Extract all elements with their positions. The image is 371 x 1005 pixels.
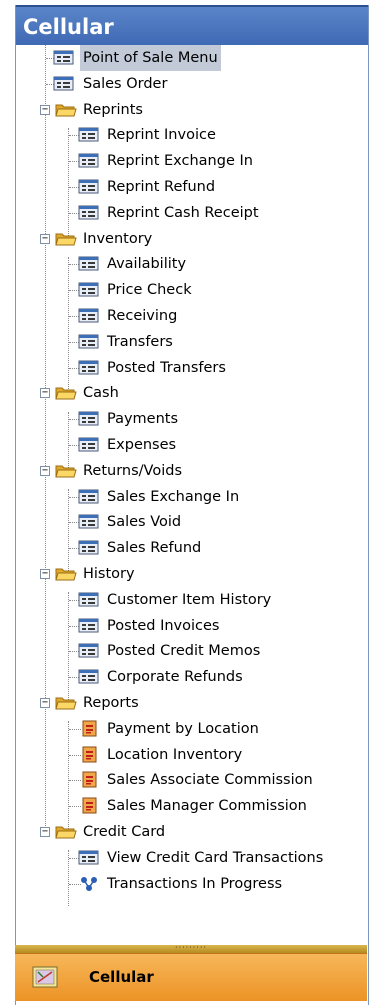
menu-item[interactable]: Availability [104,251,189,277]
menu-item[interactable]: Location Inventory [104,742,245,768]
form-icon [78,592,99,607]
group-reports[interactable]: Reports [80,690,142,716]
sales-order-item[interactable]: Sales Order [80,71,170,97]
tree-connector [45,45,46,828]
form-icon [78,489,99,504]
group-cash[interactable]: Cash [80,380,122,406]
menu-item[interactable]: Payment by Location [104,716,262,742]
group-credit-card[interactable]: Credit Card [80,819,168,845]
tree-connector [68,721,69,829]
form-icon [53,76,74,91]
form-icon [78,282,99,297]
menu-item[interactable]: Reprint Invoice [104,122,219,148]
pane-title: Cellular [16,5,368,45]
group-inventory[interactable]: Inventory [80,226,155,252]
menu-item[interactable]: Payments [104,406,181,432]
report-icon [82,797,97,814]
reprints-expander[interactable]: − [40,105,50,115]
form-icon [78,643,99,658]
form-icon [78,850,99,865]
form-icon [78,205,99,220]
form-icon [78,308,99,323]
reports-expander[interactable]: − [40,698,50,708]
menu-tree: Point of Sale Menu Sales Order − Reprints Re… [16,45,368,935]
cellular-app-icon [32,966,58,988]
folder-icon [55,568,77,581]
menu-item[interactable]: Price Check [104,277,195,303]
folder-icon [55,233,77,246]
menu-item[interactable]: View Credit Card Transactions [104,845,326,871]
progress-icon [80,876,98,892]
form-icon [78,514,99,529]
menu-item[interactable]: Posted Transfers [104,355,229,381]
menu-item[interactable]: Sales Manager Commission [104,793,310,819]
form-icon [78,360,99,375]
group-reprints[interactable]: Reprints [80,97,146,123]
menu-item[interactable]: Reprint Refund [104,174,218,200]
form-icon [78,540,99,555]
menu-item[interactable]: Sales Refund [104,535,204,561]
form-icon [78,669,99,684]
tree-connector [68,257,69,391]
form-icon [78,127,99,142]
menu-item[interactable]: Reprint Cash Receipt [104,200,262,226]
returns-voids-expander[interactable]: − [40,466,50,476]
menu-item[interactable]: Transactions In Progress [104,871,285,897]
folder-icon [55,826,77,839]
report-icon [82,720,97,737]
menu-item[interactable]: Receiving [104,303,180,329]
menu-item[interactable]: Corporate Refunds [104,664,246,690]
menu-item[interactable]: Expenses [104,432,179,458]
inventory-expander[interactable]: − [40,234,50,244]
menu-item[interactable]: Posted Credit Memos [104,638,263,664]
form-icon [78,618,99,633]
cellular-nav-label: Cellular [89,968,154,986]
menu-item[interactable]: Posted Invoices [104,613,222,639]
form-icon [78,179,99,194]
cellular-nav-button[interactable]: Cellular [15,953,367,1001]
folder-icon [55,104,77,117]
menu-item[interactable]: Sales Exchange In [104,484,242,510]
report-icon [82,771,97,788]
history-expander[interactable]: − [40,569,50,579]
menu-item[interactable]: Reprint Exchange In [104,148,256,174]
folder-icon [55,465,77,478]
group-history[interactable]: History [80,561,138,587]
form-icon [78,334,99,349]
group-returns-voids[interactable]: Returns/Voids [80,458,185,484]
menu-item[interactable]: Transfers [104,329,176,355]
menu-item[interactable]: Sales Void [104,509,184,535]
credit-card-expander[interactable]: − [40,827,50,837]
splitter-bar[interactable]: ········· [15,943,367,953]
menu-item[interactable]: Sales Associate Commission [104,767,316,793]
folder-icon [55,697,77,710]
form-icon [53,50,74,65]
navigation-pane: Cellular Point of Sale Menu Sales Order − R… [15,5,369,1005]
form-icon [78,256,99,271]
cash-expander[interactable]: − [40,388,50,398]
tree-connector [68,128,69,236]
folder-icon [55,387,77,400]
tree-connector [68,412,69,468]
form-icon [78,411,99,426]
menu-item[interactable]: Customer Item History [104,587,274,613]
splitter-grip: ········· [175,943,207,952]
report-icon [82,746,97,763]
form-icon [78,153,99,168]
point-of-sale-menu-item[interactable]: Point of Sale Menu [80,45,221,71]
tree-connector [68,592,69,700]
form-icon [78,437,99,452]
tree-connector [68,489,69,571]
